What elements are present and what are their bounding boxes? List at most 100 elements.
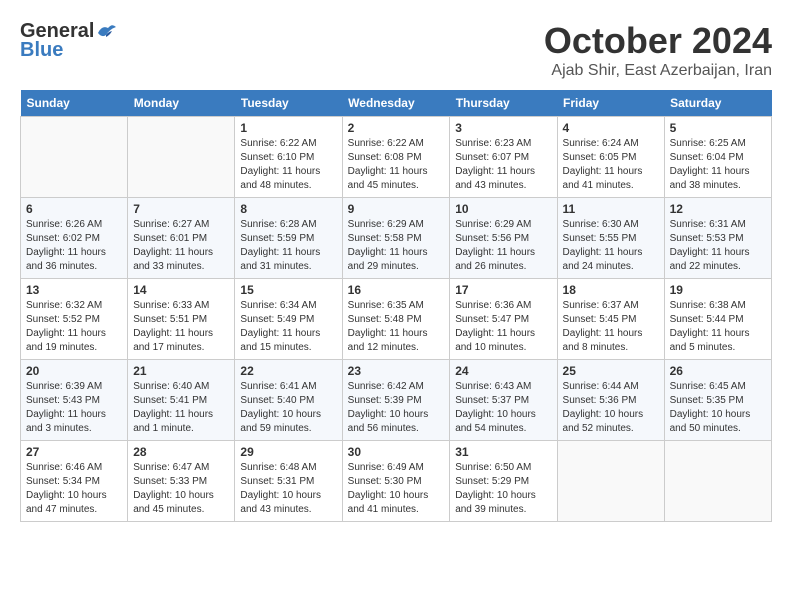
- column-header-friday: Friday: [557, 90, 664, 117]
- day-info: Sunrise: 6:30 AMSunset: 5:55 PMDaylight:…: [563, 218, 659, 274]
- week-row-5: 27Sunrise: 6:46 AMSunset: 5:34 PMDayligh…: [21, 441, 772, 522]
- day-number: 31: [455, 445, 551, 459]
- day-number: 13: [26, 283, 122, 297]
- day-info: Sunrise: 6:29 AMSunset: 5:58 PMDaylight:…: [348, 218, 445, 274]
- day-number: 22: [240, 364, 336, 378]
- day-info: Sunrise: 6:31 AMSunset: 5:53 PMDaylight:…: [670, 218, 766, 274]
- day-number: 23: [348, 364, 445, 378]
- day-cell: 27Sunrise: 6:46 AMSunset: 5:34 PMDayligh…: [21, 441, 128, 522]
- day-cell: 1 Sunrise: 6:22 AMSunset: 6:10 PMDaylight…: [235, 117, 342, 198]
- day-cell: 16 Sunrise: 6:35 AMSunset: 5:48 PMDayligh…: [342, 279, 450, 360]
- day-number: 14: [133, 283, 229, 297]
- week-row-3: 13Sunrise: 6:32 AMSunset: 5:52 PMDayligh…: [21, 279, 772, 360]
- day-number: 28: [133, 445, 229, 459]
- day-cell: [664, 441, 771, 522]
- day-number: 16: [348, 283, 445, 297]
- day-number: 19: [670, 283, 766, 297]
- day-cell: 20 Sunrise: 6:39 AMSunset: 5:43 PMDayligh…: [21, 360, 128, 441]
- day-info: Sunrise: 6:49 AMSunset: 5:30 PMDaylight:…: [348, 461, 445, 517]
- day-cell: [557, 441, 664, 522]
- header: General Blue October 2024 Ajab Shir, Eas…: [20, 20, 772, 80]
- day-info: Sunrise: 6:26 AMSunset: 6:02 PMDaylight:…: [26, 218, 122, 274]
- day-number: 17: [455, 283, 551, 297]
- day-cell: 5 Sunrise: 6:25 AMSunset: 6:04 PMDaylight…: [664, 117, 771, 198]
- day-info: Sunrise: 6:45 AMSunset: 5:35 PMDaylight:…: [670, 380, 766, 436]
- day-info: Sunrise: 6:35 AMSunset: 5:48 PMDaylight:…: [348, 299, 445, 355]
- column-header-sunday: Sunday: [21, 90, 128, 117]
- day-info: Sunrise: 6:47 AMSunset: 5:33 PMDaylight:…: [133, 461, 229, 517]
- day-cell: 22 Sunrise: 6:41 AMSunset: 5:40 PMDayligh…: [235, 360, 342, 441]
- day-number: 26: [670, 364, 766, 378]
- title-area: October 2024 Ajab Shir, East Azerbaijan,…: [544, 20, 772, 80]
- day-cell: [128, 117, 235, 198]
- day-cell: 11Sunrise: 6:30 AMSunset: 5:55 PMDayligh…: [557, 198, 664, 279]
- day-cell: 29 Sunrise: 6:48 AMSunset: 5:31 PMDayligh…: [235, 441, 342, 522]
- day-cell: 7 Sunrise: 6:27 AMSunset: 6:01 PMDaylight…: [128, 198, 235, 279]
- day-info: Sunrise: 6:34 AMSunset: 5:49 PMDaylight:…: [240, 299, 336, 355]
- day-number: 15: [240, 283, 336, 297]
- day-cell: [21, 117, 128, 198]
- month-title: October 2024: [544, 20, 772, 62]
- column-header-wednesday: Wednesday: [342, 90, 450, 117]
- day-cell: 23Sunrise: 6:42 AMSunset: 5:39 PMDayligh…: [342, 360, 450, 441]
- day-number: 9: [348, 202, 445, 216]
- day-info: Sunrise: 6:33 AMSunset: 5:51 PMDaylight:…: [133, 299, 229, 355]
- day-number: 5: [670, 121, 766, 135]
- day-cell: 18Sunrise: 6:37 AMSunset: 5:45 PMDayligh…: [557, 279, 664, 360]
- logo: General Blue: [20, 20, 118, 62]
- day-cell: 4Sunrise: 6:24 AMSunset: 6:05 PMDaylight…: [557, 117, 664, 198]
- column-header-saturday: Saturday: [664, 90, 771, 117]
- day-cell: 24Sunrise: 6:43 AMSunset: 5:37 PMDayligh…: [450, 360, 557, 441]
- day-info: Sunrise: 6:40 AMSunset: 5:41 PMDaylight:…: [133, 380, 229, 436]
- day-number: 12: [670, 202, 766, 216]
- day-number: 3: [455, 121, 551, 135]
- day-info: Sunrise: 6:50 AMSunset: 5:29 PMDaylight:…: [455, 461, 551, 517]
- day-number: 24: [455, 364, 551, 378]
- week-row-2: 6 Sunrise: 6:26 AMSunset: 6:02 PMDaylight…: [21, 198, 772, 279]
- day-number: 30: [348, 445, 445, 459]
- column-header-tuesday: Tuesday: [235, 90, 342, 117]
- day-info: Sunrise: 6:36 AMSunset: 5:47 PMDaylight:…: [455, 299, 551, 355]
- day-cell: 6 Sunrise: 6:26 AMSunset: 6:02 PMDaylight…: [21, 198, 128, 279]
- day-cell: 25 Sunrise: 6:44 AMSunset: 5:36 PMDayligh…: [557, 360, 664, 441]
- day-cell: 30 Sunrise: 6:49 AMSunset: 5:30 PMDayligh…: [342, 441, 450, 522]
- day-info: Sunrise: 6:41 AMSunset: 5:40 PMDaylight:…: [240, 380, 336, 436]
- day-cell: 28 Sunrise: 6:47 AMSunset: 5:33 PMDayligh…: [128, 441, 235, 522]
- day-cell: 15 Sunrise: 6:34 AMSunset: 5:49 PMDayligh…: [235, 279, 342, 360]
- day-info: Sunrise: 6:22 AMSunset: 6:08 PMDaylight:…: [348, 137, 445, 193]
- day-info: Sunrise: 6:44 AMSunset: 5:36 PMDaylight:…: [563, 380, 659, 436]
- day-info: Sunrise: 6:25 AMSunset: 6:04 PMDaylight:…: [670, 137, 766, 193]
- day-info: Sunrise: 6:29 AMSunset: 5:56 PMDaylight:…: [455, 218, 551, 274]
- day-cell: 31 Sunrise: 6:50 AMSunset: 5:29 PMDayligh…: [450, 441, 557, 522]
- bird-icon: [96, 23, 118, 41]
- day-info: Sunrise: 6:22 AMSunset: 6:10 PMDaylight:…: [240, 137, 336, 193]
- day-info: Sunrise: 6:39 AMSunset: 5:43 PMDaylight:…: [26, 380, 122, 436]
- day-number: 29: [240, 445, 336, 459]
- day-number: 21: [133, 364, 229, 378]
- header-row: SundayMondayTuesdayWednesdayThursdayFrid…: [21, 90, 772, 117]
- day-info: Sunrise: 6:27 AMSunset: 6:01 PMDaylight:…: [133, 218, 229, 274]
- day-cell: 19 Sunrise: 6:38 AMSunset: 5:44 PMDayligh…: [664, 279, 771, 360]
- day-cell: 12 Sunrise: 6:31 AMSunset: 5:53 PMDayligh…: [664, 198, 771, 279]
- day-number: 8: [240, 202, 336, 216]
- day-number: 1: [240, 121, 336, 135]
- day-info: Sunrise: 6:48 AMSunset: 5:31 PMDaylight:…: [240, 461, 336, 517]
- calendar-table: SundayMondayTuesdayWednesdayThursdayFrid…: [20, 90, 772, 522]
- day-cell: 26 Sunrise: 6:45 AMSunset: 5:35 PMDayligh…: [664, 360, 771, 441]
- column-header-monday: Monday: [128, 90, 235, 117]
- day-cell: 2Sunrise: 6:22 AMSunset: 6:08 PMDaylight…: [342, 117, 450, 198]
- day-number: 25: [563, 364, 659, 378]
- day-number: 10: [455, 202, 551, 216]
- day-number: 27: [26, 445, 122, 459]
- location-title: Ajab Shir, East Azerbaijan, Iran: [544, 62, 772, 80]
- day-number: 6: [26, 202, 122, 216]
- day-info: Sunrise: 6:38 AMSunset: 5:44 PMDaylight:…: [670, 299, 766, 355]
- logo-blue: Blue: [20, 39, 63, 62]
- day-cell: 13Sunrise: 6:32 AMSunset: 5:52 PMDayligh…: [21, 279, 128, 360]
- day-cell: 10 Sunrise: 6:29 AMSunset: 5:56 PMDayligh…: [450, 198, 557, 279]
- week-row-4: 20 Sunrise: 6:39 AMSunset: 5:43 PMDayligh…: [21, 360, 772, 441]
- day-number: 20: [26, 364, 122, 378]
- week-row-1: 1 Sunrise: 6:22 AMSunset: 6:10 PMDaylight…: [21, 117, 772, 198]
- day-cell: 3Sunrise: 6:23 AMSunset: 6:07 PMDaylight…: [450, 117, 557, 198]
- day-number: 7: [133, 202, 229, 216]
